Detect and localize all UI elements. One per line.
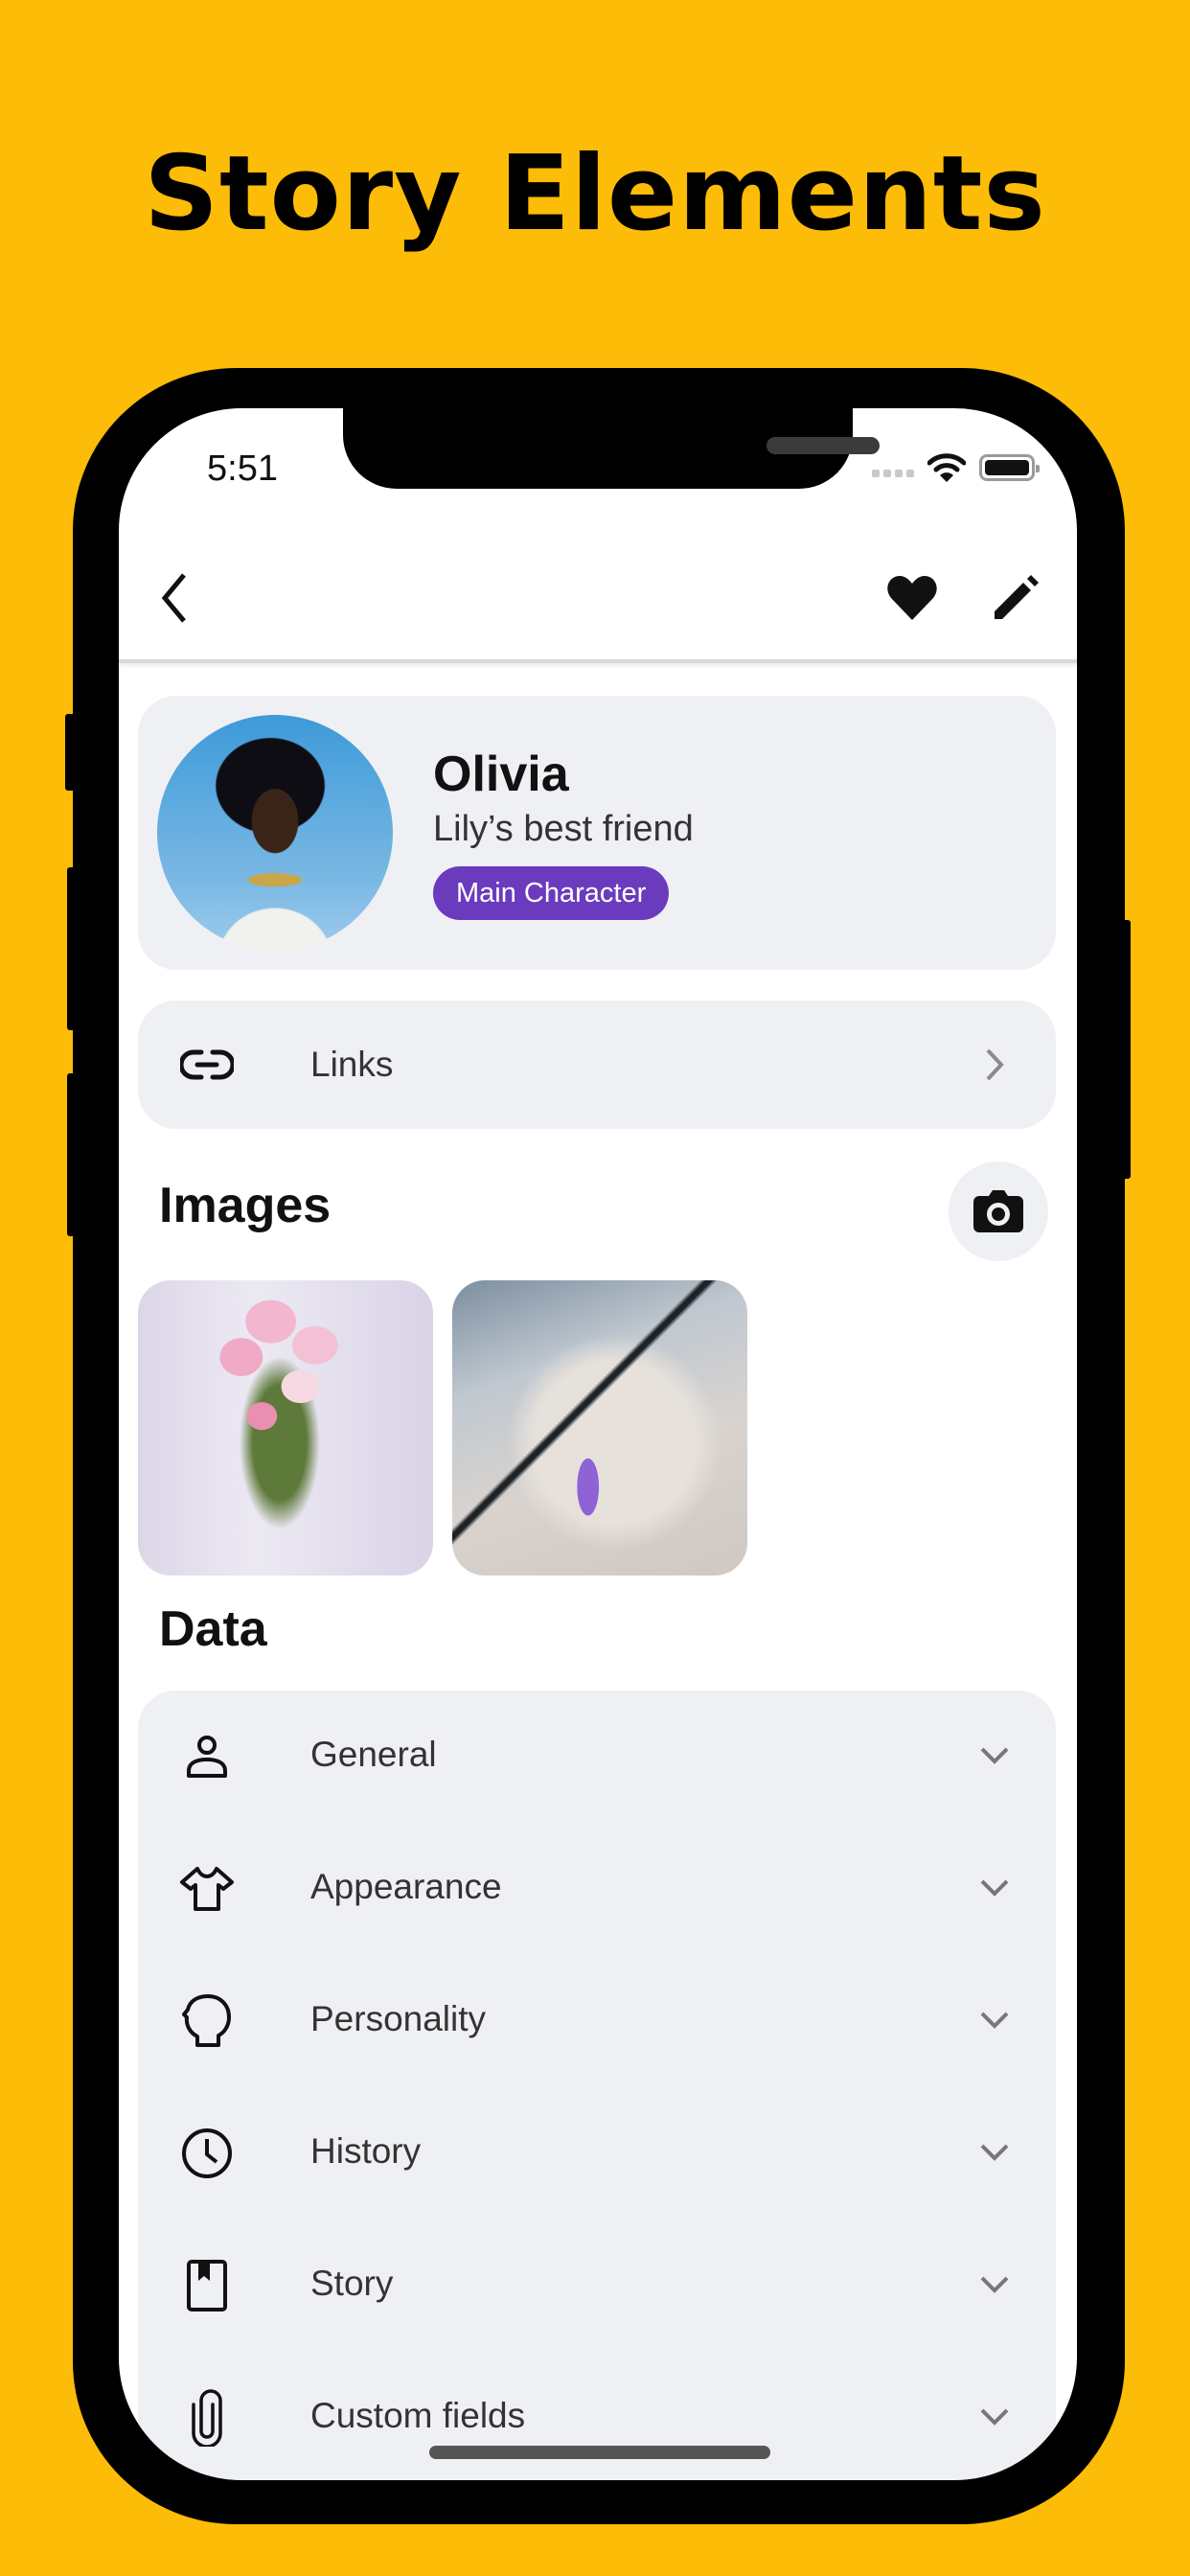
edit-button[interactable] <box>989 571 1042 625</box>
wifi-icon <box>927 453 966 482</box>
data-row-label: Custom fields <box>310 2396 526 2435</box>
chevron-down-icon <box>975 2266 1014 2304</box>
data-row-story[interactable]: Story <box>138 2220 1056 2352</box>
character-subtitle: Lily’s best friend <box>433 809 694 849</box>
link-icon <box>176 1034 238 1095</box>
data-row-custom-fields[interactable]: Custom fields <box>138 2352 1056 2480</box>
add-image-button[interactable] <box>949 1162 1048 1261</box>
avatar[interactable] <box>157 715 393 951</box>
chevron-down-icon <box>975 1869 1014 1907</box>
image-thumbnail[interactable] <box>138 1280 433 1576</box>
chevron-right-icon <box>975 1046 1014 1084</box>
navigation-bar <box>119 533 1077 663</box>
data-row-label: General <box>310 1735 437 1774</box>
images-section-title: Images <box>159 1178 332 1233</box>
clock-icon <box>176 2123 238 2184</box>
status-time: 5:51 <box>207 448 278 489</box>
phone-screen: 5:51 Olivia Lily’s best friend Main Char… <box>119 408 1077 2480</box>
data-row-label: Personality <box>310 1999 487 2038</box>
speaker-grille <box>767 437 880 454</box>
back-button[interactable] <box>148 571 201 625</box>
role-badge: Main Character <box>433 866 670 920</box>
cellular-signal-icon <box>872 470 914 477</box>
person-icon <box>176 1726 238 1787</box>
data-row-label: History <box>310 2131 422 2171</box>
data-row-label: Appearance <box>310 1867 502 1906</box>
promo-title: Story Elements <box>144 134 1046 254</box>
camera-icon <box>973 1190 1023 1232</box>
notch <box>343 408 880 489</box>
character-name: Olivia <box>433 747 569 802</box>
links-label: Links <box>310 1045 394 1084</box>
chevron-left-icon <box>161 573 186 623</box>
image-thumbnail[interactable] <box>452 1280 747 1576</box>
data-row-appearance[interactable]: Appearance <box>138 1823 1056 1955</box>
chevron-down-icon <box>975 2133 1014 2172</box>
status-icons <box>872 452 1040 483</box>
tshirt-icon <box>176 1858 238 1920</box>
heart-icon <box>887 576 937 620</box>
data-row-label: Story <box>310 2264 394 2303</box>
chevron-down-icon <box>975 1736 1014 1775</box>
links-row[interactable]: Links <box>138 1000 1056 1129</box>
chevron-down-icon <box>975 2398 1014 2436</box>
pencil-icon <box>995 575 1039 619</box>
head-profile-icon <box>176 1990 238 2052</box>
data-section-title: Data <box>159 1601 267 1657</box>
profile-card: Olivia Lily’s best friend Main Character <box>138 696 1056 970</box>
chevron-down-icon <box>975 2001 1014 2039</box>
data-row-history[interactable]: History <box>138 2087 1056 2220</box>
battery-icon <box>979 454 1040 481</box>
favorite-button[interactable] <box>885 571 939 625</box>
book-bookmark-icon <box>176 2255 238 2316</box>
data-row-general[interactable]: General <box>138 1690 1056 1823</box>
home-indicator[interactable] <box>429 2446 770 2459</box>
paperclip-icon <box>176 2387 238 2449</box>
data-list: General Appearance Personality History S… <box>138 1690 1056 2480</box>
data-row-personality[interactable]: Personality <box>138 1955 1056 2087</box>
